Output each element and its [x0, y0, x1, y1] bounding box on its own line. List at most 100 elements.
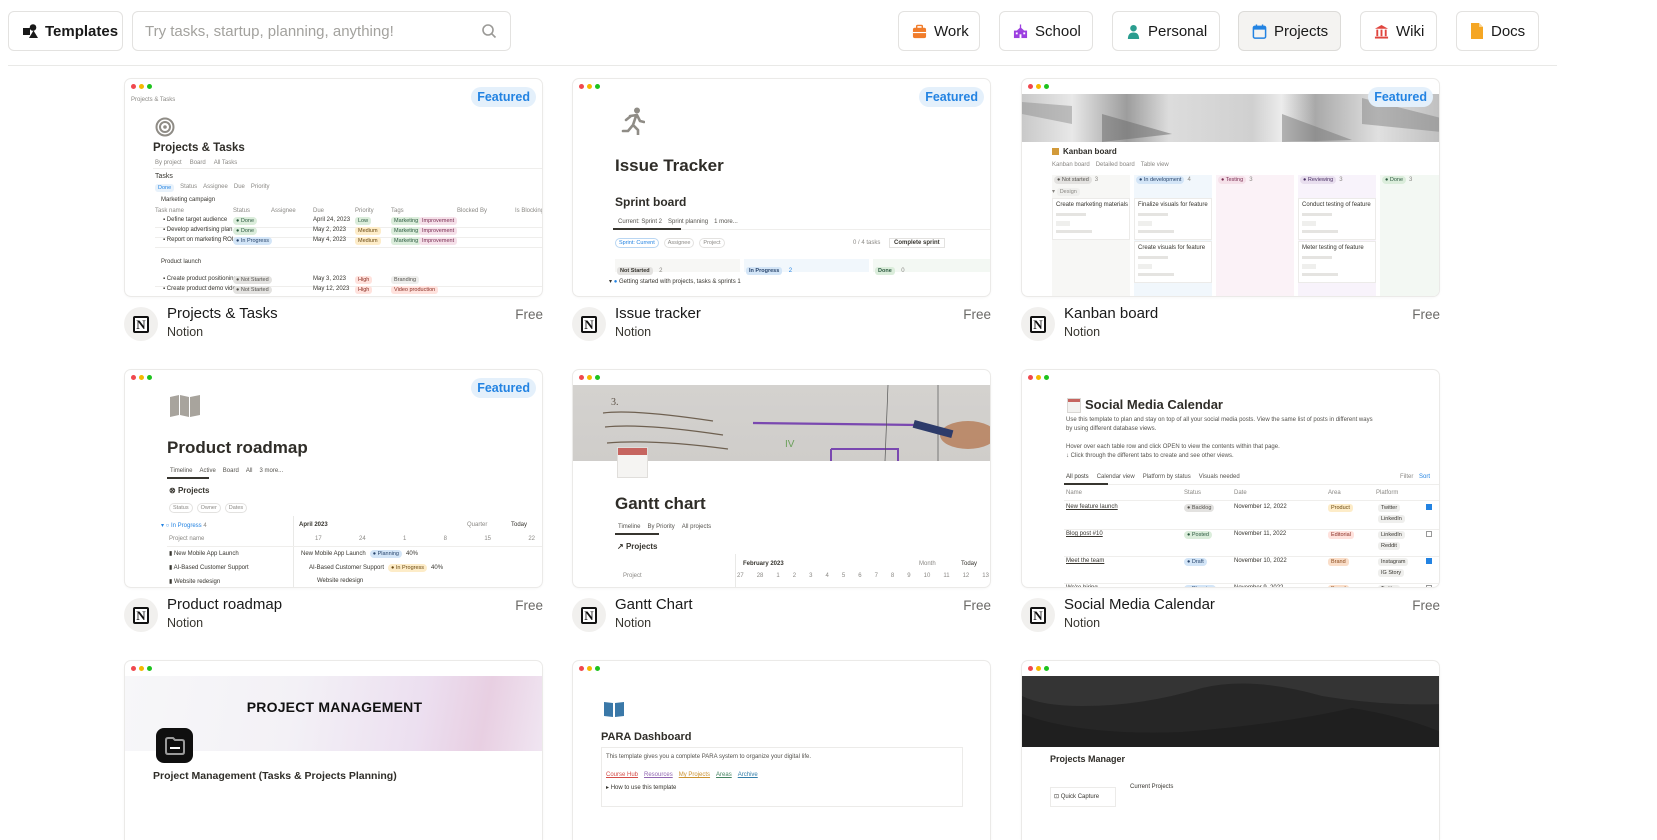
today-button: Today: [961, 561, 978, 567]
timeline-tick: 8: [443, 536, 447, 542]
template-title[interactable]: Gantt Chart: [615, 596, 693, 613]
category-personal-button[interactable]: Personal: [1112, 11, 1220, 51]
template-author[interactable]: Notion: [1064, 616, 1100, 630]
template-preview[interactable]: Featured Projects & Tasks Projects & Tas…: [124, 78, 543, 297]
template-card[interactable]: Featured Projects & Tasks Projects & Tas…: [124, 78, 543, 361]
group-label: Design: [1056, 188, 1080, 196]
preview-tab: All posts: [1066, 474, 1089, 480]
column-header: Assignee: [271, 208, 296, 214]
category-wiki-button[interactable]: Wiki: [1360, 11, 1437, 51]
platform-pill: Twitter: [1378, 585, 1401, 587]
preview-tab: All projects: [681, 524, 712, 530]
due-date: May 12, 2023: [313, 286, 350, 292]
timeline-bar: Website redesign: [317, 578, 363, 584]
filter-chip: Assignee: [663, 238, 695, 248]
callout-text: This template gives you a complete PARA …: [606, 754, 811, 760]
template-preview[interactable]: 3. IV Gantt chart Timeline By Priority A…: [572, 369, 991, 588]
notion-logo-icon: N: [133, 606, 149, 624]
checkbox: [1426, 558, 1432, 564]
template-card[interactable]: Featured Product roadmap Timeline Active…: [124, 369, 543, 652]
category-docs-button[interactable]: Docs: [1456, 11, 1539, 51]
preview-tab: 1 more...: [714, 219, 738, 225]
priority-pill: Medium: [355, 227, 381, 235]
template-title[interactable]: Social Media Calendar: [1064, 596, 1215, 613]
templates-button[interactable]: Templates: [8, 11, 123, 51]
template-card[interactable]: Featured Issue Tracker Sprint board Curr…: [572, 78, 991, 361]
kanban-card: Meter testing of feature: [1299, 242, 1375, 282]
status-pill: ● Backlog: [1184, 504, 1215, 512]
project-name: ▮ AI-Based Customer Support: [169, 565, 249, 571]
kanban-column: ● Done 3: [1380, 175, 1439, 296]
template-card[interactable]: 3. IV Gantt chart Timeline By Priority A…: [572, 369, 991, 652]
column-header: Task name: [155, 208, 185, 214]
templates-label: Templates: [45, 22, 119, 40]
table-row: ▪ Create product demo video ● Not Started…: [155, 286, 542, 296]
category-school-button[interactable]: School: [999, 11, 1093, 51]
template-preview[interactable]: Featured Product roadmap Timeline Active…: [124, 369, 543, 588]
template-card[interactable]: PARA Dashboard This template gives you a…: [572, 660, 991, 840]
template-title[interactable]: Issue tracker: [615, 305, 701, 322]
template-title[interactable]: Product roadmap: [167, 596, 282, 613]
preview-tab: Timeline: [618, 524, 641, 530]
search-input[interactable]: [145, 22, 480, 40]
template-preview[interactable]: Featured Issue Tracker Sprint board Curr…: [572, 78, 991, 297]
featured-badge: Featured: [1368, 87, 1433, 107]
template-preview[interactable]: Featured Kanban board Kanban board Detai…: [1021, 78, 1440, 297]
template-author[interactable]: Notion: [1064, 325, 1100, 339]
template-title[interactable]: Kanban board: [1064, 305, 1158, 322]
template-title[interactable]: Projects & Tasks: [167, 305, 278, 322]
priority-pill: High: [355, 276, 373, 284]
group-count: 4: [203, 523, 207, 529]
post-name: New feature launch: [1066, 504, 1118, 510]
filter-chip: Project: [699, 238, 725, 248]
template-card[interactable]: Projects Manager Current Projects ⊡ Quic…: [1021, 660, 1440, 840]
kanban-card-assignee: [1138, 256, 1168, 259]
preview-heading: Project Management (Tasks & Projects Pla…: [153, 770, 397, 782]
preview-tab: Calendar view: [1096, 474, 1135, 480]
notion-logo-icon: N: [581, 606, 597, 624]
category-work-button[interactable]: Work: [898, 11, 980, 51]
post-date: November 10, 2022: [1234, 558, 1287, 564]
template-preview[interactable]: PARA Dashboard This template gives you a…: [572, 660, 991, 840]
quick-link: Archive: [737, 772, 758, 778]
kanban-card: Create visuals for feature: [1135, 242, 1211, 282]
search-box[interactable]: [132, 11, 511, 51]
table-row: ▪ Report on marketing ROI ● In Progress Ma…: [155, 237, 542, 247]
preview-tab: By project: [155, 160, 182, 166]
window-dots: [131, 666, 152, 671]
template-card[interactable]: PROJECT MANAGEMENT Project Management (T…: [124, 660, 543, 840]
template-author[interactable]: Notion: [167, 325, 203, 339]
kanban-card-assignee: [1138, 213, 1168, 216]
board-column: In Progress 2: [744, 259, 869, 275]
row-divider: [1064, 529, 1439, 530]
preview-breadcrumb: Projects & Tasks: [131, 97, 176, 103]
template-card[interactable]: Social Media Calendar Use this template …: [1021, 369, 1440, 652]
template-preview[interactable]: Projects Manager Current Projects ⊡ Quic…: [1021, 660, 1440, 840]
category-label: Work: [934, 22, 969, 40]
notion-avatar: N: [1021, 598, 1055, 632]
category-label: Docs: [1491, 22, 1526, 40]
category-projects-button[interactable]: Projects: [1238, 11, 1341, 51]
template-author[interactable]: Notion: [615, 325, 651, 339]
template-preview[interactable]: Social Media Calendar Use this template …: [1021, 369, 1440, 588]
template-preview[interactable]: PROJECT MANAGEMENT Project Management (T…: [124, 660, 543, 840]
preview-heading: Projects Manager: [1050, 754, 1126, 764]
column-count: 0: [901, 268, 905, 274]
platform-pill: LinkedIn: [1378, 515, 1405, 523]
preview-tabs: Kanban board Detailed board Table view: [1052, 162, 1169, 168]
quick-links: Course Hub Resources My Projects Areas Archi…: [606, 772, 758, 778]
timeline-tick: 27: [737, 573, 744, 579]
kanban-card-title: Finalize visuals for feature: [1138, 202, 1208, 208]
top-bar: Templates Work School Personal Projects: [0, 0, 1657, 66]
filter-chip: Assignee: [203, 184, 228, 190]
kanban-card-assignee: [1302, 256, 1332, 259]
template-card[interactable]: Featured Kanban board Kanban board Detai…: [1021, 78, 1440, 361]
kanban-column-header: ● Testing 3: [1218, 176, 1253, 184]
search-icon[interactable]: [480, 22, 498, 40]
tag-pill: Improvement: [419, 217, 458, 225]
table-row: New feature launch ● Backlog November 12, …: [1066, 504, 1439, 531]
template-author[interactable]: Notion: [615, 616, 651, 630]
template-author[interactable]: Notion: [167, 616, 203, 630]
template-price: Free: [515, 598, 543, 613]
timeline-ticks: 17 24 1 8 15 22: [315, 536, 535, 542]
